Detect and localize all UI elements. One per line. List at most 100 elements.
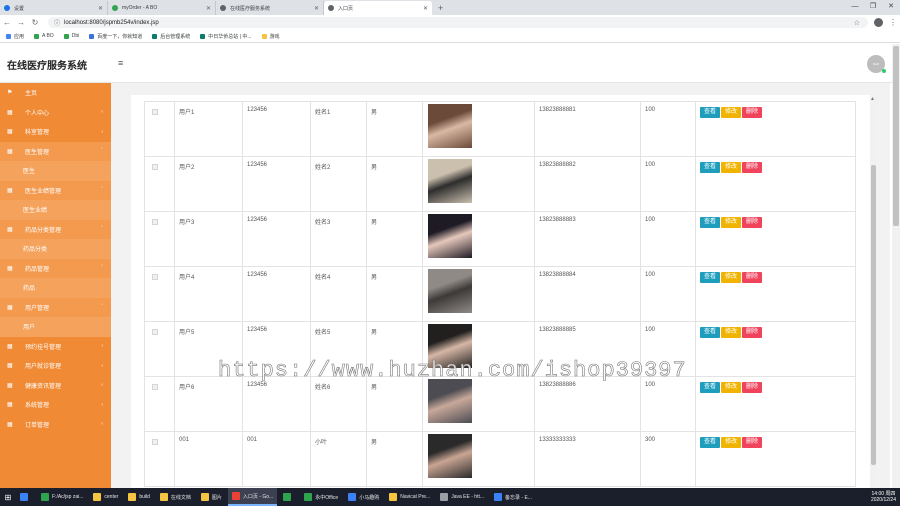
new-tab-button[interactable]: + (432, 1, 449, 15)
tab-close-icon[interactable]: ✕ (98, 5, 103, 12)
row-checkbox[interactable] (152, 329, 158, 335)
sidebar-item[interactable]: ▦ 用户就诊管理 ‹ (0, 356, 111, 376)
view-button[interactable]: 查看 (700, 217, 721, 228)
edit-button[interactable]: 修改 (721, 162, 742, 173)
bookmark-item[interactable]: 应用 (6, 33, 24, 40)
taskbar-app[interactable] (279, 488, 298, 506)
info-icon[interactable]: ⓘ (54, 18, 60, 27)
table-scrollbar-thumb[interactable] (871, 165, 876, 465)
profile-avatar[interactable] (874, 18, 883, 27)
browser-tab[interactable]: 设置 ✕ (0, 1, 108, 15)
sidebar-item[interactable]: 药品分类 (0, 239, 111, 259)
taskbar-app[interactable]: F:/Ac/jsp zai... (37, 488, 87, 506)
restore-icon[interactable]: ❐ (864, 0, 882, 14)
close-window-icon[interactable]: ✕ (882, 0, 900, 14)
delete-button[interactable]: 删除 (742, 272, 763, 283)
delete-button[interactable]: 删除 (742, 217, 763, 228)
taskbar-app[interactable]: 入口页 - Go... (227, 488, 278, 506)
browser-tab[interactable]: 在线医疗服务系统 ✕ (216, 1, 324, 15)
edit-button[interactable]: 修改 (721, 272, 742, 283)
tab-close-icon[interactable]: ✕ (423, 5, 428, 12)
delete-button[interactable]: 删除 (742, 162, 763, 173)
bookmark-item[interactable]: 后台管理系统 (152, 33, 190, 40)
taskbar-app[interactable]: 备忘录 - E... (490, 488, 536, 506)
sidebar-item[interactable]: ▦ 药品管理 ˇ (0, 258, 111, 278)
edit-button[interactable]: 修改 (721, 107, 742, 118)
sidebar-item[interactable]: 用户 (0, 317, 111, 337)
reload-icon[interactable]: ↻ (28, 18, 42, 27)
bookmark-item[interactable]: 中日华侨总站 | 中... (200, 33, 252, 40)
minimize-icon[interactable]: — (846, 0, 864, 14)
sidebar-item[interactable]: ▦ 系统管理 ‹ (0, 395, 111, 415)
sidebar-item[interactable]: 医生 (0, 161, 111, 181)
forward-icon[interactable]: → (14, 18, 28, 27)
sidebar-item[interactable]: ⚑ 主页 (0, 83, 111, 103)
tab-close-icon[interactable]: ✕ (314, 5, 319, 12)
sidebar-item[interactable]: ▦ 医生管理 ˇ (0, 141, 111, 161)
view-button[interactable]: 查看 (700, 162, 721, 173)
view-button[interactable]: 查看 (700, 327, 721, 338)
windows-start-icon[interactable]: ⊞ (0, 493, 16, 502)
sidebar-item[interactable]: ▦ 预约挂号管理 ‹ (0, 337, 111, 357)
tab-close-icon[interactable]: ✕ (206, 5, 211, 12)
delete-button[interactable]: 删除 (742, 382, 763, 393)
page-scrollbar-thumb[interactable] (893, 46, 899, 226)
taskbar-app[interactable]: center (89, 488, 122, 506)
edit-button[interactable]: 修改 (721, 327, 742, 338)
taskbar-app[interactable]: 在线文档 (156, 488, 195, 506)
row-checkbox[interactable] (152, 274, 158, 280)
system-tray: 14:00 周四 2020/12/24 (865, 488, 896, 506)
sidebar-item[interactable]: ▦ 订单管理 ‹ (0, 415, 111, 435)
back-icon[interactable]: ← (0, 18, 14, 27)
taskbar-app[interactable] (16, 488, 35, 506)
bookmark-item[interactable]: 百度一下，你就知道 (89, 33, 142, 40)
menu-grid-icon: ▦ (7, 363, 13, 370)
menu-kebab-icon[interactable]: ⋮ (889, 18, 897, 27)
select-cell (144, 156, 175, 212)
system-clock[interactable]: 14:00 周四 2020/12/24 (871, 491, 896, 503)
browser-tab[interactable]: myOrder - A BO ✕ (108, 1, 216, 15)
view-button[interactable]: 查看 (700, 382, 721, 393)
view-button[interactable]: 查看 (700, 437, 721, 448)
row-checkbox[interactable] (152, 439, 158, 445)
sidebar-item[interactable]: ▦ 药品分类管理 ˇ (0, 219, 111, 239)
row-checkbox[interactable] (152, 219, 158, 225)
user-photo (428, 159, 472, 203)
bookmark-item[interactable]: Dbi (63, 33, 79, 39)
sidebar-item[interactable]: ▦ 科室管理 ‹ (0, 122, 111, 142)
edit-button[interactable]: 修改 (721, 437, 742, 448)
bookmark-star-icon[interactable]: ☆ (854, 19, 860, 27)
sidebar-item[interactable]: ▦ 个人中心 ‹ (0, 103, 111, 123)
row-checkbox[interactable] (152, 384, 158, 390)
edit-button[interactable]: 修改 (721, 217, 742, 228)
app-icon (128, 493, 137, 501)
bookmark-item[interactable]: 游戏 (261, 33, 280, 40)
taskbar-app[interactable]: Navicat Pre... (385, 488, 434, 506)
taskbar-app[interactable]: 小马趣购 (344, 488, 383, 506)
row-checkbox[interactable] (152, 164, 158, 170)
delete-button[interactable]: 删除 (742, 437, 763, 448)
window-controls: — ❐ ✕ (846, 0, 900, 14)
sidebar-item[interactable]: ▦ 健康资讯管理 ‹ (0, 376, 111, 396)
sidebar-item[interactable]: 药品 (0, 278, 111, 298)
chevron-icon: ˇ (101, 304, 103, 311)
view-button[interactable]: 查看 (700, 272, 721, 283)
sidebar-item[interactable]: ▦ 医生业绩管理 ˇ (0, 180, 111, 200)
bookmark-item[interactable]: A BO (34, 33, 54, 39)
view-button[interactable]: 查看 (700, 107, 721, 118)
delete-button[interactable]: 删除 (742, 107, 763, 118)
user-photo (428, 434, 472, 478)
taskbar-app[interactable]: 永中Office (300, 488, 342, 506)
delete-button[interactable]: 删除 (742, 327, 763, 338)
taskbar-app[interactable]: build (124, 488, 154, 506)
menu-toggle-icon[interactable]: ≡ (118, 58, 123, 68)
taskbar-app[interactable]: 图片 (197, 488, 226, 506)
row-checkbox[interactable] (152, 109, 158, 115)
taskbar-app[interactable]: Java EE - htt... (436, 488, 488, 506)
edit-button[interactable]: 修改 (721, 382, 742, 393)
scroll-up-icon[interactable]: ▲ (870, 96, 875, 102)
sidebar-item[interactable]: 医生业绩 (0, 200, 111, 220)
sidebar-item[interactable]: ▦ 用户管理 ˇ (0, 297, 111, 317)
browser-tab[interactable]: 入口页 ✕ (324, 1, 432, 15)
url-input[interactable]: ⓘ localhost:8080/jspmb254v/index.jsp ☆ (48, 17, 868, 28)
